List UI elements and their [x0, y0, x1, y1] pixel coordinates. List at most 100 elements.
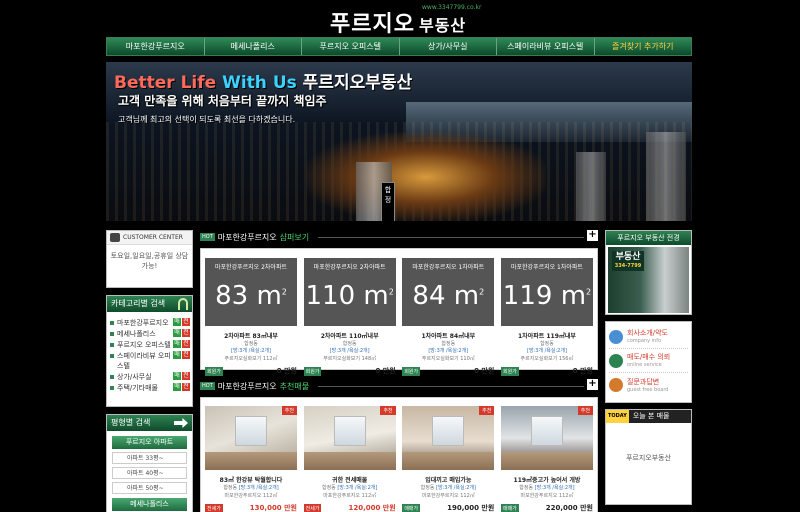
banner-brand: 푸르지오부동산	[302, 73, 413, 93]
category-item[interactable]: 주택/기타매물 매 전	[110, 383, 190, 393]
window-shape	[530, 416, 563, 446]
thumb-label: 마포한강푸르지오 1차아파트	[510, 264, 583, 271]
card-location: 합정동	[420, 485, 435, 491]
area-item-50[interactable]: 아파트 50평~	[112, 482, 187, 494]
sale-tag[interactable]: 매	[173, 340, 181, 348]
shop-sign-number: 334-7799	[614, 263, 642, 269]
card-title[interactable]: 83㎡ 한강뷰 탁월합니다	[205, 475, 297, 484]
customer-center-text: 토요일,일요일,공휴일 상담가능!	[110, 252, 189, 270]
section-divider	[318, 237, 584, 238]
price-badge: 전세가	[205, 503, 223, 512]
card-sub: 합정동 [방:3개 /욕실:2개]	[402, 484, 494, 492]
category-item[interactable]: 메세나폴리스 매 전	[110, 329, 190, 339]
floorplan-card[interactable]: 마포한강푸르지오 2차아파트 83 m2 2차아파트 83㎡내부 합정동 [방:…	[205, 258, 297, 376]
nav-shops[interactable]: 상가/사무실	[400, 38, 497, 55]
left-column: CUSTOMER CENTER 토요일,일요일,공휴일 상담가능! 카테고리별 …	[106, 230, 193, 512]
card-title[interactable]: 1차아파트 84㎡내부	[402, 331, 494, 340]
listing-photo[interactable]: 추천	[402, 406, 495, 470]
bullet-icon	[110, 343, 114, 347]
menu-qna[interactable]: 질문과답변 guest free board	[609, 373, 688, 397]
floorplan-card[interactable]: 마포한강푸르지오 1차아파트 84 m2 1차아파트 84㎡내부 합정동 [방:…	[402, 258, 495, 376]
card-title[interactable]: 입대끼고 매입가능	[402, 475, 494, 484]
floorplan-thumb[interactable]: 마포한강푸르지오 2차아파트 83 m2	[205, 258, 297, 326]
lease-tag[interactable]: 전	[182, 329, 190, 337]
floor-shape	[500, 452, 593, 470]
lease-tag[interactable]: 전	[182, 351, 190, 359]
today-body[interactable]: 푸르지오부동산	[606, 423, 691, 463]
shop-sign-text: 부동산	[615, 252, 641, 262]
listing-card[interactable]: 추천 귀한 전세매물 합정동 [방:3개 /욕실:2개] 마포한강푸르지오 11…	[303, 406, 396, 512]
listing-card[interactable]: 추천 119㎡중고가 높어서 개방 합정동 [방:3개 /욕실:2개] 마포한강…	[500, 406, 593, 512]
size-sup: 2	[388, 287, 394, 297]
plus-icon[interactable]: +	[587, 230, 598, 241]
card-location: 합정동	[321, 485, 336, 491]
size-num: 83	[215, 281, 249, 311]
main-content: HOT 마포한강푸르지오 샵퍼보기 + 마포한강푸르지오 2차아파트 83 m2…	[200, 230, 598, 512]
size-unit: m	[453, 281, 480, 311]
shop-photo[interactable]: 부동산 334-7799	[608, 247, 689, 313]
nav-officetel[interactable]: 푸르지오 오피스텔	[302, 38, 400, 55]
area-item-40[interactable]: 아파트 40평~	[112, 467, 187, 479]
category-header: 카테고리별 검색	[107, 296, 192, 312]
size-unit: m	[256, 281, 282, 311]
customer-center: CUSTOMER CENTER 토요일,일요일,공휴일 상담가능!	[106, 230, 193, 288]
listing-photo[interactable]: 추천	[205, 406, 297, 470]
menu-company[interactable]: 회사소개/약도 company info	[609, 325, 688, 349]
sale-tag[interactable]: 매	[173, 351, 181, 359]
card-rooms: [방:3개 /욕실:2개]	[329, 348, 370, 354]
lease-tag[interactable]: 전	[182, 372, 190, 380]
card-title[interactable]: 귀한 전세매물	[304, 475, 396, 484]
site-logo[interactable]: 푸르지오 부동산 www.3347799.co.kr	[330, 4, 481, 38]
hero-banner: 합정 Better Life With Us 푸르지오부동산 고객 만족을 위해…	[106, 62, 692, 221]
card-title[interactable]: 1차아파트 119㎡내부	[501, 331, 593, 340]
menu-request[interactable]: 매도/매수 의뢰 online service	[609, 349, 688, 373]
card-price: 220,000 만원	[545, 504, 593, 512]
bullet-icon	[110, 386, 114, 390]
category-item[interactable]: 푸르지오 오피스텔 매 전	[110, 340, 190, 350]
nav-mecenapolis[interactable]: 메세나폴리스	[205, 38, 302, 55]
floorplan-thumb[interactable]: 마포한강푸르지오 1차아파트 119 m2	[500, 258, 593, 326]
category-item[interactable]: 마포한강푸르지오 매 전	[110, 318, 190, 328]
listing-card[interactable]: 추천 입대끼고 매입가능 합정동 [방:3개 /욕실:2개] 마포한강푸르지오 …	[402, 406, 495, 512]
nav-bookmark[interactable]: 즐겨찾기 추가하기	[595, 38, 692, 55]
category-label: 마포한강푸르지오	[117, 319, 169, 327]
antenna-icon	[178, 298, 188, 310]
lease-tag[interactable]: 전	[182, 383, 190, 391]
floor-shape	[205, 452, 297, 470]
category-item[interactable]: 스페이라비뷰 오피스텔 매 전	[110, 351, 190, 371]
floor-shape	[402, 452, 495, 470]
nav-mapo[interactable]: 마포한강푸르지오	[107, 38, 205, 55]
area-mecenapolis-button[interactable]: 메세나폴리스	[112, 498, 187, 511]
card-note: 마포한강푸르지오 112㎡	[520, 493, 574, 499]
floorplan-thumb[interactable]: 마포한강푸르지오 1차아파트 84 m2	[402, 258, 495, 326]
area-apartment-button[interactable]: 푸르지오 아파트	[112, 436, 187, 449]
plus-icon[interactable]: +	[587, 379, 598, 390]
listing-list: 추천 83㎡ 한강뷰 탁월합니다 합정동 [방:3개 /욕실:2개] 마포한강푸…	[200, 397, 598, 512]
size-value: 84 m2	[412, 281, 484, 311]
recommend-ribbon: 추천	[577, 406, 593, 415]
lease-tag[interactable]: 전	[182, 340, 190, 348]
recommend-ribbon: 추천	[479, 406, 495, 415]
listing-photo[interactable]: 추천	[500, 406, 593, 470]
sale-tag[interactable]: 매	[173, 372, 181, 380]
nav-space-officetel[interactable]: 스페이라비뷰 오피스텔	[497, 38, 595, 55]
floorplan-card[interactable]: 마포한강푸르지오 1차아파트 119 m2 1차아파트 119㎡내부 합정동 […	[500, 258, 593, 376]
sale-tag[interactable]: 매	[173, 383, 181, 391]
listing-card[interactable]: 추천 83㎡ 한강뷰 탁월합니다 합정동 [방:3개 /욕실:2개] 마포한강푸…	[205, 406, 297, 512]
floorplan-card[interactable]: 마포한강푸르지오 2차아파트 110 m2 2차아파트 110㎡내부 합정동 […	[303, 258, 396, 376]
listing-photo[interactable]: 추천	[303, 406, 396, 470]
card-title[interactable]: 2차아파트 83㎡내부	[205, 331, 297, 340]
price-badge: 회원가	[500, 366, 519, 376]
card-sub: 합정동	[205, 340, 297, 348]
lease-tag[interactable]: 전	[182, 318, 190, 326]
price-badge: 매매가	[402, 503, 421, 512]
phone-icon	[110, 233, 120, 242]
area-item-33[interactable]: 아파트 33평~	[112, 452, 187, 464]
card-title[interactable]: 2차아파트 110㎡내부	[304, 331, 396, 340]
card-title[interactable]: 119㎡중고가 높어서 개방	[501, 475, 593, 484]
sale-tag[interactable]: 매	[173, 318, 181, 326]
size-unit: m	[560, 281, 587, 311]
sale-tag[interactable]: 매	[173, 329, 181, 337]
category-item[interactable]: 상가/사무실 매 전	[110, 372, 190, 382]
floorplan-thumb[interactable]: 마포한강푸르지오 2차아파트 110 m2	[303, 258, 396, 326]
